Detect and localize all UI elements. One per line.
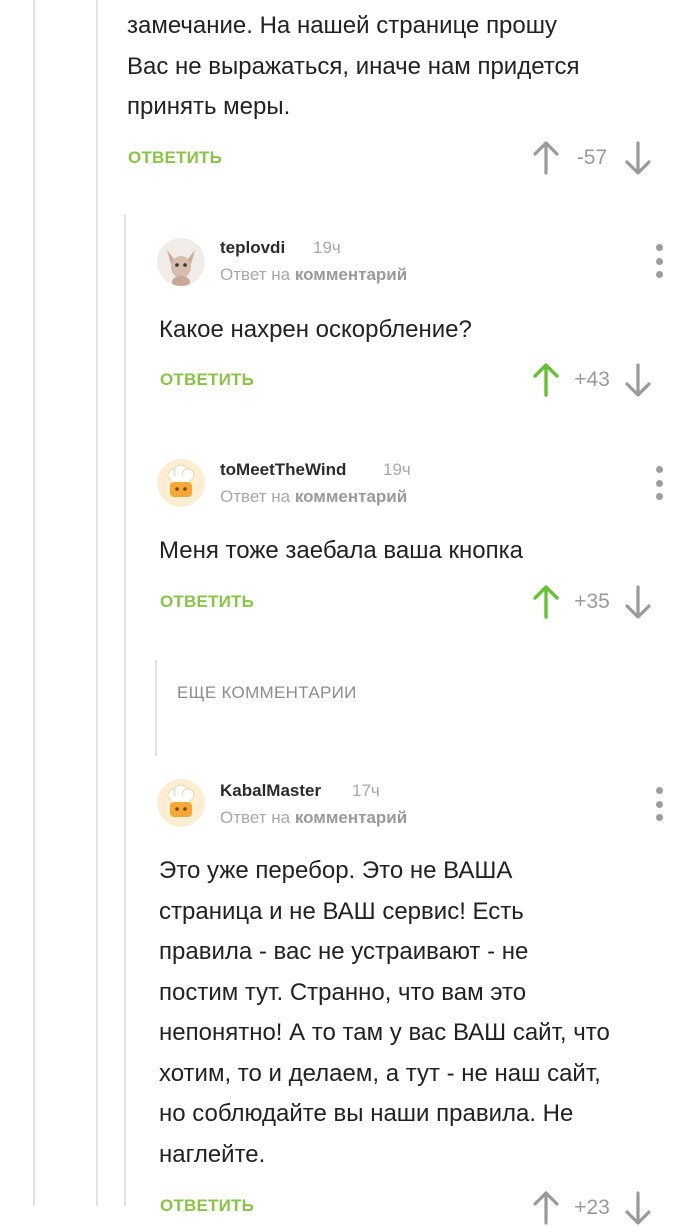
timestamp: 19ч — [313, 238, 341, 257]
reply-button[interactable]: ОТВЕТИТЬ — [160, 1196, 254, 1216]
cat-avatar-icon — [157, 238, 205, 286]
chef-hat-icon — [157, 779, 205, 827]
more-vertical-icon[interactable] — [654, 244, 664, 278]
more-vertical-icon[interactable] — [654, 466, 664, 500]
arrow-up-icon[interactable] — [532, 362, 560, 398]
thread-line-inner — [96, 0, 98, 1206]
reply-to-link[interactable]: комментарий — [295, 487, 407, 506]
timestamp: 19ч — [383, 460, 411, 479]
vote-score: -57 — [576, 146, 608, 169]
comment-text: Это уже перебор. Это не ВАША страница и … — [159, 857, 610, 1168]
reply-to: Ответ на комментарий — [220, 265, 408, 284]
chef-hat-icon — [157, 459, 205, 507]
thread-line-reply — [124, 214, 126, 1206]
vote-controls: +23 — [532, 1190, 652, 1226]
username[interactable]: teplovdi — [220, 238, 285, 258]
vote-score: +35 — [574, 590, 610, 613]
more-vertical-icon[interactable] — [654, 787, 664, 821]
arrow-up-icon[interactable] — [532, 140, 560, 176]
comment-text: замечание. На нашей странице прошу Вас н… — [127, 12, 580, 120]
more-comments-button[interactable]: ЕЩЕ КОММЕНТАРИИ — [177, 683, 357, 703]
reply-to-link[interactable]: комментарий — [295, 808, 407, 827]
timestamp: 17ч — [352, 781, 380, 800]
username[interactable]: KabalMaster — [220, 781, 321, 801]
reply-button[interactable]: ОТВЕТИТЬ — [128, 148, 222, 168]
comment-text: Меня тоже заебала ваша кнопка — [159, 537, 523, 564]
thread-line-outer — [33, 0, 35, 1206]
arrow-down-icon[interactable] — [624, 584, 652, 620]
vote-controls: +43 — [532, 362, 652, 398]
avatar[interactable] — [157, 459, 205, 507]
reply-to: Ответ на комментарий — [220, 487, 408, 506]
username[interactable]: toMeetTheWind — [220, 460, 346, 480]
reply-to-link[interactable]: комментарий — [295, 265, 407, 284]
arrow-up-icon[interactable] — [532, 584, 560, 620]
avatar[interactable] — [157, 779, 205, 827]
reply-button[interactable]: ОТВЕТИТЬ — [160, 592, 254, 612]
thread-line-more — [155, 660, 157, 756]
vote-controls: +35 — [532, 584, 652, 620]
avatar[interactable] — [157, 238, 205, 286]
comment-text: Какое нахрен оскорбление? — [159, 316, 472, 343]
arrow-down-icon[interactable] — [624, 1190, 652, 1226]
vote-score: +43 — [574, 368, 610, 391]
vote-controls: -57 — [532, 140, 652, 176]
reply-button[interactable]: ОТВЕТИТЬ — [160, 370, 254, 390]
arrow-up-icon[interactable] — [532, 1190, 560, 1226]
vote-score: +23 — [574, 1196, 610, 1219]
reply-to: Ответ на комментарий — [220, 808, 408, 827]
arrow-down-icon[interactable] — [624, 362, 652, 398]
arrow-down-icon[interactable] — [624, 140, 652, 176]
